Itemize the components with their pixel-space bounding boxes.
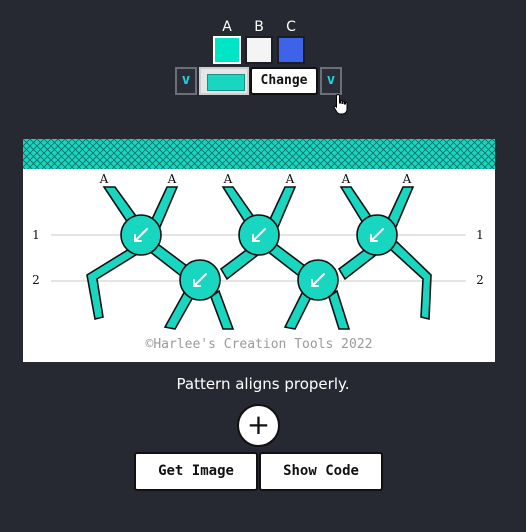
strand-label-1: A	[99, 172, 109, 186]
hand-cursor-icon	[333, 93, 348, 115]
get-image-button[interactable]: Get Image	[134, 452, 258, 491]
watermark: ©Harlee's Creation Tools 2022	[146, 337, 373, 352]
row-label-right-2: 2	[476, 273, 484, 287]
column-label-b: B	[254, 19, 264, 35]
change-button[interactable]: Change	[250, 67, 318, 95]
pattern-preview: A A A A A A 1 2 1 2 ©Harlee's Creation T…	[23, 139, 495, 362]
strand-label-5: A	[341, 172, 351, 186]
color-preview	[199, 67, 249, 95]
strand-label-3: A	[223, 172, 233, 186]
column-label-c: C	[286, 19, 296, 35]
pattern-canvas: A A A A A A 1 2 1 2 ©Harlee's Creation T…	[23, 139, 495, 352]
strand-toggle-right[interactable]: v	[320, 67, 342, 95]
show-code-button[interactable]: Show Code	[259, 452, 383, 491]
row-label-left-2: 2	[32, 273, 40, 287]
strand-label-4: A	[285, 172, 295, 186]
column-label-a: A	[222, 19, 232, 35]
strand-label-2: A	[167, 172, 177, 186]
strand-toggle-left[interactable]: v	[175, 67, 197, 95]
row-label-right-1: 1	[476, 228, 484, 242]
strand-segment	[328, 289, 351, 330]
strand-segment	[210, 289, 235, 330]
color-swatch-a[interactable]	[213, 36, 241, 64]
pattern-header-band	[23, 139, 495, 169]
color-swatch-c[interactable]	[277, 36, 305, 64]
add-row-button[interactable]: +	[237, 404, 280, 447]
color-swatch-b[interactable]	[245, 36, 273, 64]
color-preview-fill	[207, 74, 245, 91]
status-message: Pattern aligns properly.	[176, 375, 350, 393]
strand-label-6: A	[402, 172, 412, 186]
row-label-left-1: 1	[32, 228, 40, 242]
